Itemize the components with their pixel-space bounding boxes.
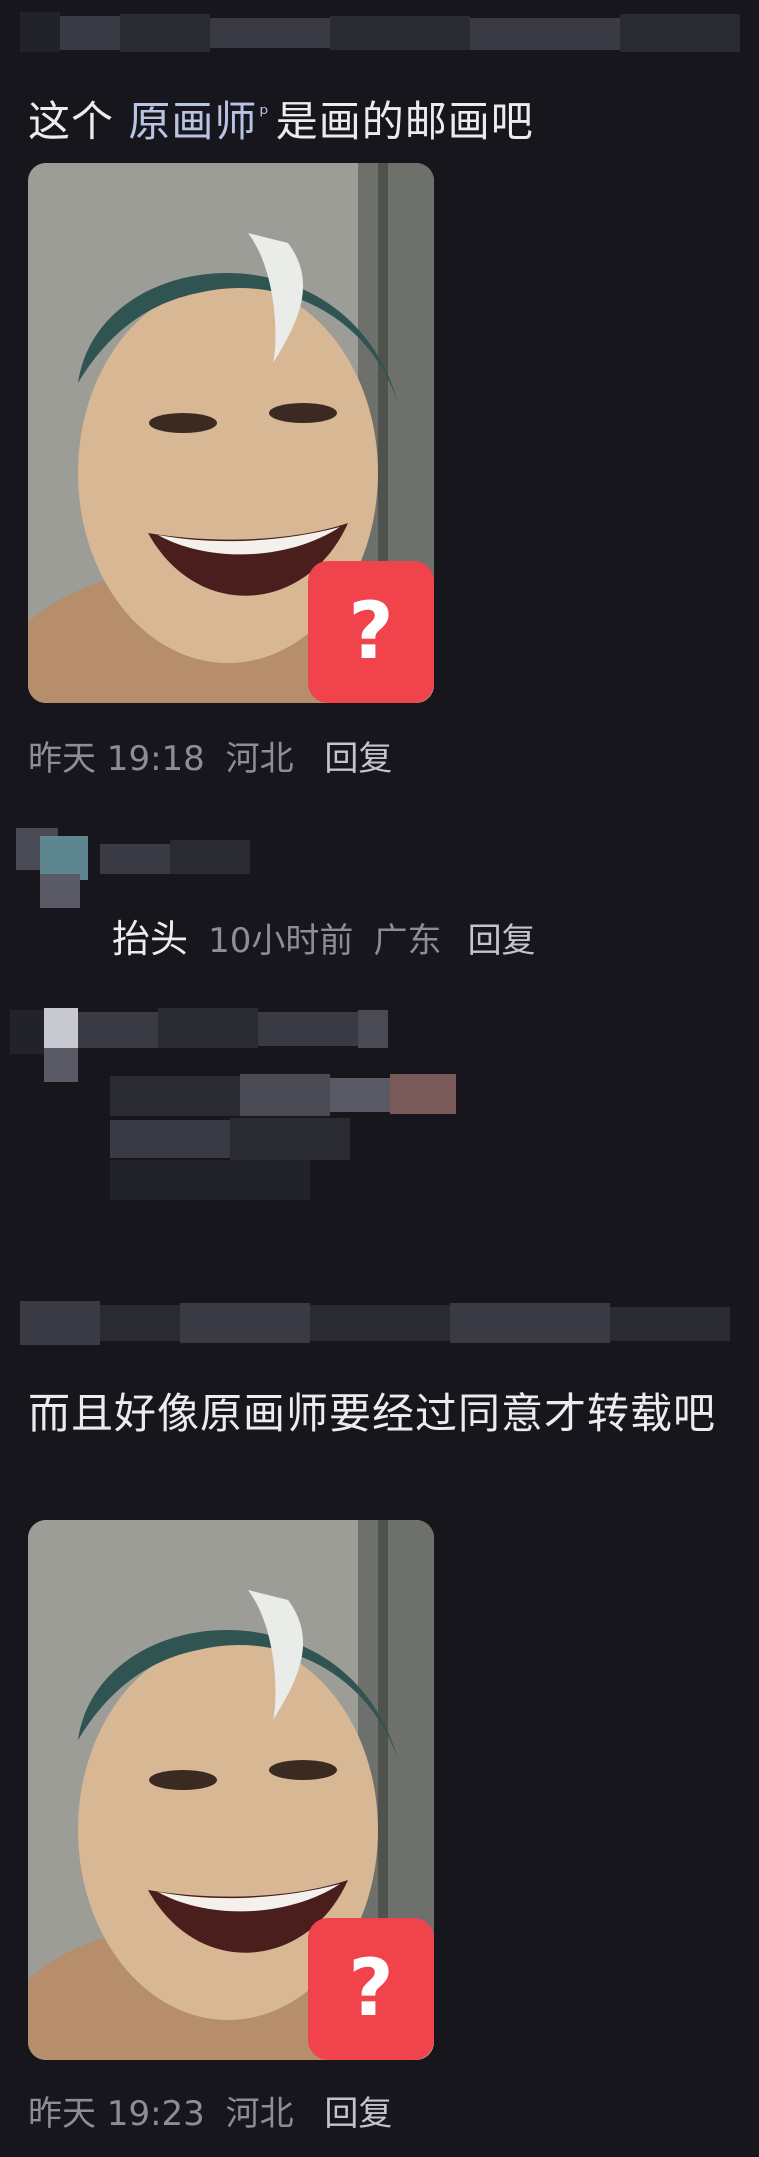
meme-sticker-image[interactable]: ? [28,163,434,703]
subreply-avatar-and-name [0,820,759,910]
comment-location: 河北 [225,2094,294,2134]
censored-username-second [0,1295,759,1355]
comment-time: 昨天 19:23 [28,2094,205,2134]
comment-meta: 昨天 19:18 河北 回复 [28,737,402,781]
question-mark-icon: ? [308,561,434,703]
subreply-time: 10小时前 [208,921,354,961]
comment-text: 而且好像原画师要经过同意才转载吧 [28,1389,717,1438]
question-mark-icon: ? [308,1918,434,2060]
subreply-text: 抬头 [112,917,189,961]
comment-text-suffix: 是画的邮画吧 [275,97,534,146]
subreply-row: 抬头 10小时前 广东 回复 [112,915,536,965]
subreply-location: 广东 [373,921,442,961]
comment-meta: 昨天 19:23 河北 回复 [28,2092,402,2136]
keyword-link[interactable]: 原画师 [128,97,257,146]
meme-sticker-image[interactable]: ? [28,1520,434,2060]
reply-button[interactable]: 回复 [468,921,536,961]
censored-comment-block [0,990,759,1230]
comment-text-prefix: 这个 [28,97,129,146]
reply-button[interactable]: 回复 [324,739,392,779]
comment-location: 河北 [225,739,294,779]
censored-username-top [0,0,759,70]
comment-text: 这个 原画师ᵖ 是画的邮画吧 [28,86,748,151]
reply-button[interactable]: 回复 [324,2094,392,2134]
comment-time: 昨天 19:18 [28,739,205,779]
search-icon[interactable]: ᵖ [259,102,269,127]
